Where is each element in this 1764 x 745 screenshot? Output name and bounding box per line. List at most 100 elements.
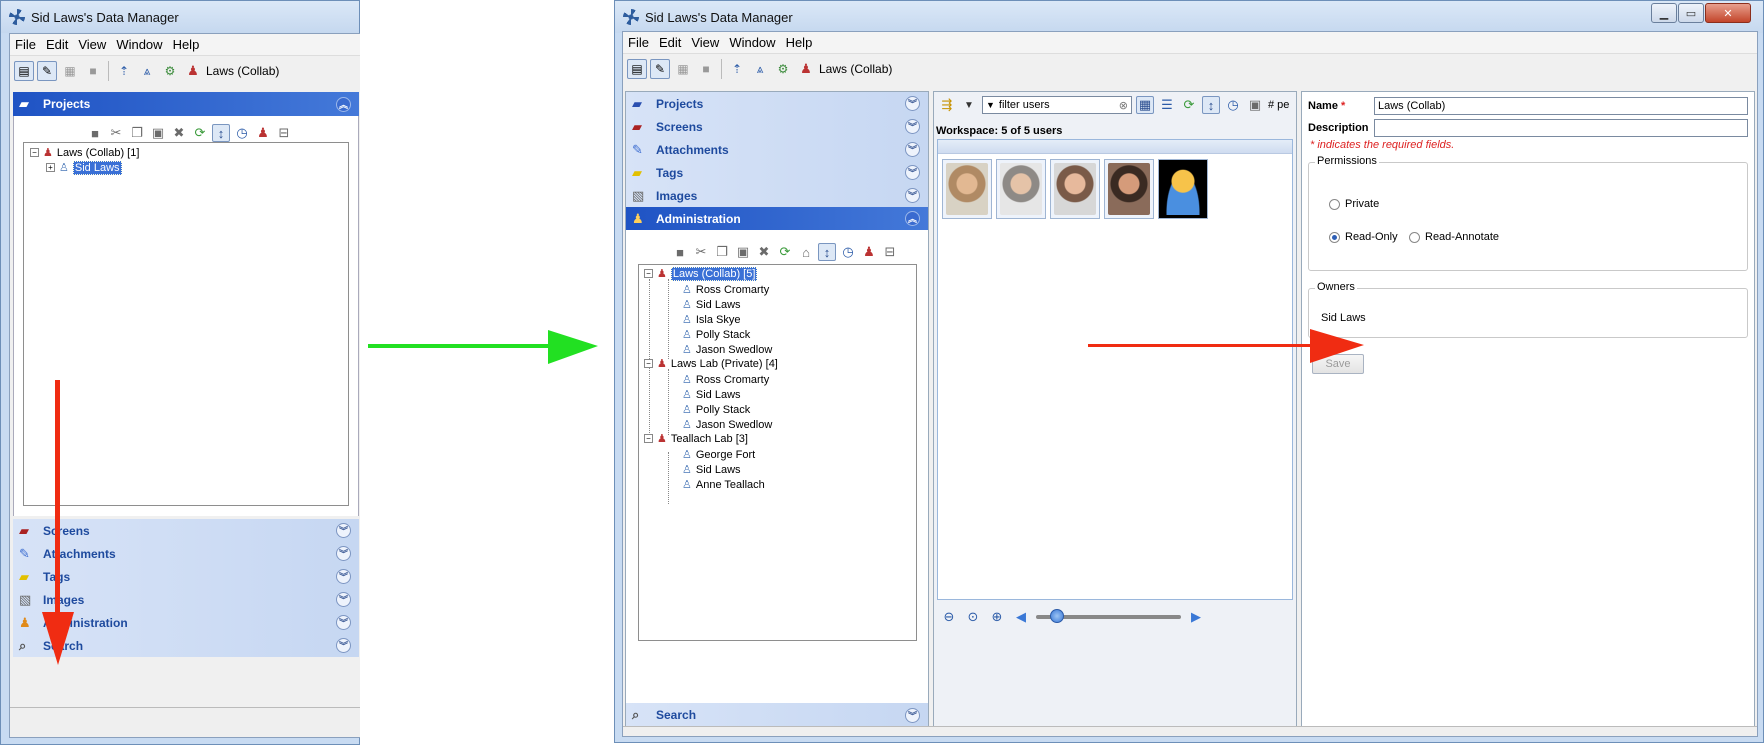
tree-user-row[interactable]: ♙ George Fort <box>682 447 755 462</box>
user-thumbnail[interactable] <box>1050 159 1100 219</box>
refresh-icon[interactable]: ⟳ <box>776 243 794 261</box>
collapse-node-icon[interactable]: − <box>644 269 653 278</box>
collapse-icon[interactable]: ︽ <box>905 211 920 226</box>
expand-icon[interactable]: ︾ <box>905 142 920 157</box>
cut-icon[interactable]: ✂ <box>107 124 125 142</box>
menu-edit[interactable]: Edit <box>41 37 73 52</box>
split-view-icon[interactable]: ▦ <box>60 61 80 81</box>
user-thumbnail[interactable] <box>942 159 992 219</box>
user-label[interactable]: Jason Swedlow <box>696 344 772 356</box>
thumbnail-view-icon[interactable]: ▦ <box>1136 96 1154 114</box>
filter-dropdown-icon[interactable]: ▼ <box>986 100 995 110</box>
group-label[interactable]: Laws (Collab) <box>206 64 279 78</box>
description-field[interactable] <box>1374 119 1748 137</box>
expand-icon[interactable]: ︾ <box>336 615 351 630</box>
slider-left-icon[interactable]: ◀ <box>1012 608 1030 626</box>
delete-icon[interactable]: ✖ <box>170 124 188 142</box>
tree-user-row[interactable]: ♙ Anne Teallach <box>682 477 765 492</box>
collapse-node-icon[interactable]: − <box>30 148 39 157</box>
timer-icon[interactable]: ◷ <box>839 243 857 261</box>
tree-root-label[interactable]: Laws (Collab) [1] <box>57 147 140 159</box>
menu-window[interactable]: Window <box>724 35 780 50</box>
tree-view-icon[interactable]: ▤ <box>14 61 34 81</box>
radio-icon[interactable] <box>1409 231 1420 243</box>
copy-icon[interactable]: ❐ <box>713 243 731 261</box>
split-view-icon[interactable]: ▦ <box>673 59 693 79</box>
tree-user-row[interactable]: ♙ Ross Cromarty <box>682 282 769 297</box>
accordion-attachments[interactable]: ✎ Attachments ︾ <box>626 138 928 161</box>
menu-file[interactable]: File <box>623 35 654 50</box>
tree-row[interactable]: + ♙ Sid Laws <box>46 160 122 175</box>
zoom-in-icon[interactable]: ⊕ <box>988 608 1006 626</box>
user-label[interactable]: Polly Stack <box>696 404 750 416</box>
radio-icon[interactable] <box>1329 231 1340 243</box>
expand-icon[interactable]: ︾ <box>905 96 920 111</box>
home-icon[interactable]: ⌂ <box>797 243 815 261</box>
accordion-projects[interactable]: ▰ Projects ︽ <box>13 92 359 116</box>
group-label[interactable]: Teallach Lab [3] <box>671 433 748 445</box>
tree-child-label[interactable]: Sid Laws <box>72 160 122 175</box>
collapse-all-icon[interactable]: ⊟ <box>881 243 899 261</box>
filter-input-box[interactable]: ▼ filter users ⊗ <box>982 96 1132 114</box>
menu-window[interactable]: Window <box>111 37 167 52</box>
menu-edit[interactable]: Edit <box>654 35 686 50</box>
sort-az-icon[interactable]: ↕ <box>212 124 230 142</box>
zoom-fit-icon[interactable]: ⊙ <box>964 608 982 626</box>
group-filter-icon[interactable]: ♟ <box>254 124 272 142</box>
user-label[interactable]: Polly Stack <box>696 329 750 341</box>
expand-node-icon[interactable]: + <box>46 163 55 172</box>
user-thumbnail[interactable] <box>996 159 1046 219</box>
accordion-search[interactable]: ⌕ Search ︾ <box>626 703 928 727</box>
list-view-icon[interactable]: ☰ <box>1158 96 1176 114</box>
cut-icon[interactable]: ✂ <box>692 243 710 261</box>
collapse-icon[interactable]: ︽ <box>336 96 351 112</box>
editor-view-icon[interactable]: ✎ <box>37 61 57 81</box>
timer-icon[interactable]: ◷ <box>1224 96 1242 114</box>
name-field[interactable]: Laws (Collab) <box>1374 97 1748 115</box>
maximize-button[interactable]: ▭ <box>1678 3 1704 23</box>
editor-view-icon[interactable]: ✎ <box>650 59 670 79</box>
collapse-node-icon[interactable]: − <box>644 359 653 368</box>
menu-file[interactable]: File <box>10 37 41 52</box>
menu-help[interactable]: Help <box>168 37 205 52</box>
refresh-icon[interactable]: ⟳ <box>1180 96 1198 114</box>
user-thumbnail[interactable] <box>1158 159 1208 219</box>
slider-right-icon[interactable]: ▶ <box>1187 608 1205 626</box>
analyse-icon[interactable]: ⩓ <box>750 59 770 79</box>
expand-icon[interactable]: ︾ <box>336 546 351 561</box>
user-label[interactable]: George Fort <box>696 449 755 461</box>
analyse-icon[interactable]: ⩓ <box>137 61 157 81</box>
script-icon[interactable]: ⚙ <box>160 61 180 81</box>
user-label[interactable]: Ross Cromarty <box>696 374 769 386</box>
user-thumbnail[interactable] <box>1104 159 1154 219</box>
tree-user-row[interactable]: ♙ Jason Swedlow <box>682 342 772 357</box>
filter-options-icon[interactable]: ⇶ <box>938 96 956 114</box>
tree-user-row[interactable]: ♙ Ross Cromarty <box>682 372 769 387</box>
menu-view[interactable]: View <box>686 35 724 50</box>
accordion-images[interactable]: ▧ Images ︾ <box>626 184 928 207</box>
expand-icon[interactable]: ︾ <box>905 165 920 180</box>
tree-user-row[interactable]: ♙ Sid Laws <box>682 462 741 477</box>
expand-icon[interactable]: ︾ <box>336 569 351 584</box>
accordion-projects[interactable]: ▰ Projects ︾ <box>626 92 928 115</box>
expand-icon[interactable]: ︾ <box>336 523 351 538</box>
radio-icon[interactable] <box>1329 198 1340 210</box>
timer-icon[interactable]: ◷ <box>233 124 251 142</box>
paste-icon[interactable]: ▣ <box>734 243 752 261</box>
expand-icon[interactable]: ︾ <box>336 638 351 653</box>
collapse-node-icon[interactable]: − <box>644 434 653 443</box>
close-button[interactable]: ✕ <box>1705 3 1751 23</box>
tree-view-icon[interactable]: ▤ <box>627 59 647 79</box>
tree-group-row[interactable]: − ♟ Teallach Lab [3] <box>644 431 748 446</box>
accordion-screens[interactable]: ▰ Screens ︾ <box>626 115 928 138</box>
tree-user-row[interactable]: ♙ Polly Stack <box>682 402 750 417</box>
tree-user-row[interactable]: ♙ Isla Skye <box>682 312 741 327</box>
menu-help[interactable]: Help <box>781 35 818 50</box>
group-filter-icon[interactable]: ♟ <box>860 243 878 261</box>
tree-user-row[interactable]: ♙ Sid Laws <box>682 297 741 312</box>
accordion-administration[interactable]: ♟ Administration ︽ <box>626 207 928 230</box>
private-radio[interactable]: Private <box>1329 198 1379 210</box>
user-label[interactable]: Anne Teallach <box>696 479 765 491</box>
minimize-button[interactable]: ▁ <box>1651 3 1677 23</box>
single-view-icon[interactable]: ■ <box>696 59 716 79</box>
